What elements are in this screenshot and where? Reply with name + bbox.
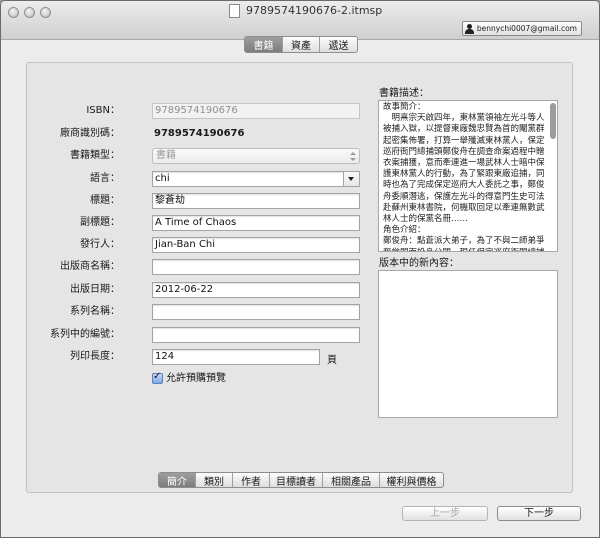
account-badge[interactable]: bennychi0007@gmail.com [461,21,582,36]
description-label: 書籍描述： [379,88,429,99]
book-type-value: 書籍 [156,150,176,161]
title-label: 標題： [90,195,120,206]
pub-date-field[interactable]: 2012-06-22 [152,282,360,298]
close-window-button[interactable] [8,7,19,18]
title-field[interactable]: 黎蒼劫 [152,193,360,209]
scrollbar-thumb[interactable] [550,103,556,139]
imprint-field[interactable] [152,259,360,275]
preorder-label: 允許預購預覽 [166,373,226,384]
title-bar: 9789574190676-2.itmsp bennychi0007@gmail… [1,1,599,40]
tab-rights-pricing[interactable]: 權利與價格 [379,473,443,487]
series-number-field[interactable] [152,327,360,343]
tab-category[interactable]: 類別 [195,473,232,487]
tab-book[interactable]: 書籍 [245,37,282,52]
previous-button[interactable]: 上一步 [402,506,488,521]
top-tab-bar: 書籍 資產 遞送 [244,36,358,53]
user-icon [464,23,474,34]
minimize-window-button[interactable] [24,7,35,18]
vendor-id-value: 9789574190676 [154,128,245,139]
publisher-label: 發行人： [80,239,120,250]
bottom-tab-bar: 簡介 類別 作者 目標讀者 相關產品 權利與價格 [158,472,444,488]
publisher-field[interactable]: Jian-Ban Chi [152,237,360,253]
tab-author[interactable]: 作者 [232,473,269,487]
subtitle-label: 副標題： [80,217,120,228]
subtitle-field[interactable]: A Time of Chaos [152,215,360,231]
zoom-window-button[interactable] [40,7,51,18]
description-textarea[interactable]: 故事簡介： 明熹宗天啟四年，東林黨領袖左光斗等人被捕入獄，以提督東廠魏忠賢為首的… [378,100,558,252]
language-label: 語言： [90,173,120,184]
app-window: 9789574190676-2.itmsp bennychi0007@gmail… [0,0,600,538]
print-length-unit: 頁 [327,355,337,366]
series-number-label: 系列中的編號： [50,329,120,340]
isbn-field: 9789574190676 [152,103,360,119]
preorder-checkbox[interactable] [152,371,163,384]
print-length-label: 列印長度： [70,351,120,362]
imprint-label: 出版商名稱： [60,261,120,272]
account-email: bennychi0007@gmail.com [476,24,577,33]
updown-arrows-icon [350,152,356,161]
description-scrollbar[interactable] [550,103,556,249]
series-name-label: 系列名稱： [70,306,120,317]
document-icon [229,4,240,18]
tab-related-products[interactable]: 相關產品 [322,473,379,487]
tab-delivery[interactable]: 遞送 [319,37,357,52]
tab-target-audience[interactable]: 目標讀者 [269,473,322,487]
language-combo[interactable]: chi [152,171,360,187]
language-value: chi [155,173,170,184]
book-type-label: 書籍類型： [70,150,120,161]
window-title: 9789574190676-2.itmsp [246,4,383,17]
book-type-select: 書籍 [152,148,360,164]
print-length-field[interactable]: 124 [152,349,320,365]
description-text: 故事簡介： 明熹宗天啟四年，東林黨領袖左光斗等人被捕入獄，以提督東廠魏忠賢為首的… [383,102,545,251]
next-button[interactable]: 下一步 [497,506,581,521]
series-name-field[interactable] [152,304,360,320]
isbn-label: ISBN： [86,105,120,116]
new-content-label: 版本中的新內容： [379,258,459,269]
vendor-id-label: 廠商識別碼： [60,128,120,139]
pub-date-label: 出版日期： [70,284,120,295]
tab-intro[interactable]: 簡介 [159,473,195,487]
new-content-textarea[interactable] [378,270,558,418]
chevron-down-icon[interactable] [343,172,359,186]
tab-assets[interactable]: 資產 [282,37,319,52]
